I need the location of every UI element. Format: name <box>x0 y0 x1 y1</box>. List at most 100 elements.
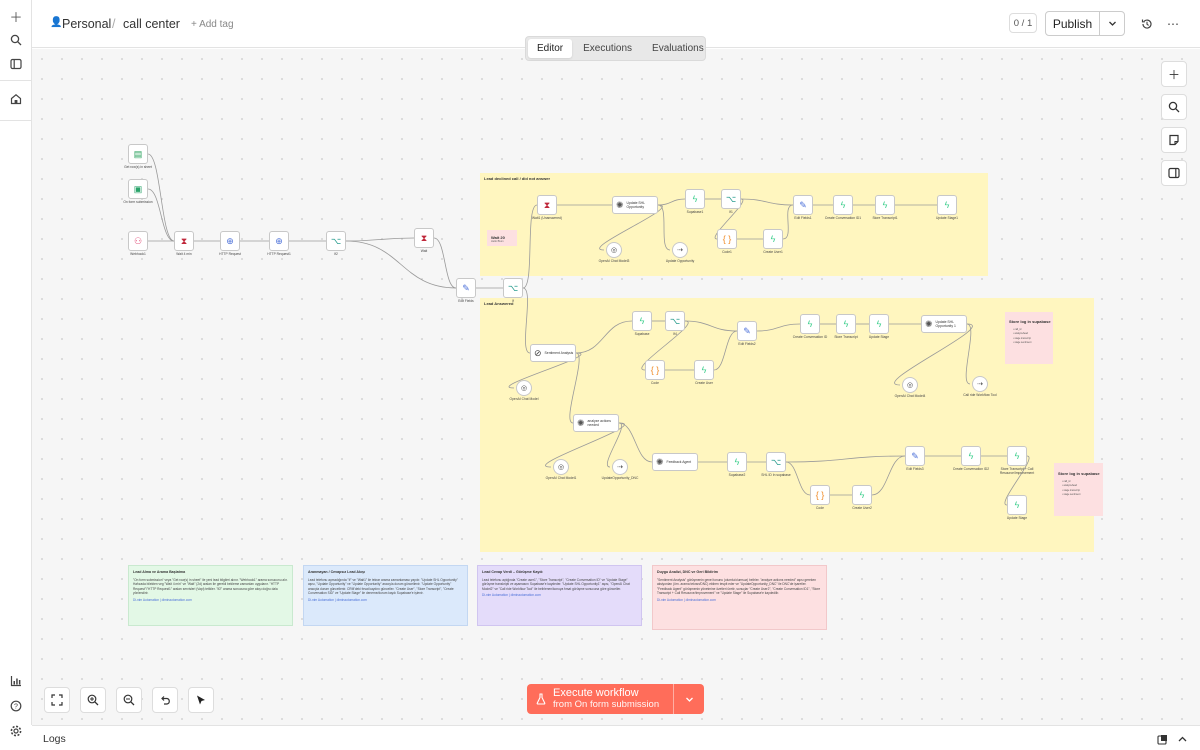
workflow-node[interactable]: { } <box>717 229 737 249</box>
note-unanswered-flow[interactable]: Aranmayan / Cevapsız Lead Akışı Lead tel… <box>303 565 468 626</box>
chevron-down-icon[interactable] <box>1100 12 1124 35</box>
note-answered-flow[interactable]: Lead Cevap Verdi – Görüşme Kaydı Lead te… <box>477 565 642 626</box>
home-icon[interactable] <box>6 89 26 109</box>
workflow-node[interactable]: ✎ <box>737 321 757 341</box>
add-tag-button[interactable]: + Add tag <box>191 19 234 30</box>
note-lead-intake[interactable]: Lead Alma ve Arama Başlatma "On form sub… <box>128 565 293 626</box>
workflow-node[interactable]: ϟ <box>1007 495 1027 515</box>
workflow-node[interactable]: ϟ <box>800 314 820 334</box>
workflow-node[interactable]: ϟ <box>869 314 889 334</box>
workflow-node[interactable]: ⇢ <box>972 376 988 392</box>
workflow-node[interactable]: ⌥ <box>326 231 346 251</box>
popout-icon[interactable] <box>1157 732 1169 745</box>
note-link[interactable]: Di-nim Automation | diminautomation.com <box>482 593 637 598</box>
workflow-node[interactable]: ϟ <box>632 311 652 331</box>
add-sticky-button[interactable] <box>1161 127 1187 153</box>
node-icon: ✎ <box>911 450 919 461</box>
workflow-node[interactable]: ▣ <box>128 179 148 199</box>
note-link[interactable]: Di-nim Automation | diminautomation.com <box>657 598 822 603</box>
workflow-node[interactable]: ⌥ <box>665 311 685 331</box>
workflow-node[interactable]: ✎ <box>793 195 813 215</box>
workflow-node[interactable]: ✺ Feedback Agent <box>652 453 698 471</box>
node-label: SHL ID In supabase <box>761 473 791 477</box>
workflow-node[interactable]: ⧗ <box>537 195 557 215</box>
node-icon: ▣ <box>133 183 143 194</box>
fit-view-button[interactable] <box>44 687 70 713</box>
workflow-node[interactable]: { } <box>810 485 830 505</box>
workflow-node[interactable]: ✎ <box>905 446 925 466</box>
node-label: OpenAI Chat Model3 <box>598 259 630 263</box>
workflow-node[interactable]: ▤ <box>128 144 148 164</box>
workflow-node[interactable]: ϟ <box>875 195 895 215</box>
workflow-node[interactable]: ⌥ <box>503 278 523 298</box>
note-sentiment-feedback[interactable]: Duygu Analizi, DNC ve Geri Bildirim "Sen… <box>652 565 827 630</box>
workflow-node[interactable]: ϟ <box>685 189 705 209</box>
workflow-node[interactable]: ⊘ Sentiment Analysis <box>530 344 576 362</box>
logs-panel[interactable]: Logs <box>32 725 1200 750</box>
workflow-node[interactable]: ⌥ <box>766 452 786 472</box>
workflow-node[interactable]: ⇢ <box>672 242 688 258</box>
workflow-node[interactable]: ϟ <box>727 452 747 472</box>
workflow-node[interactable]: ✺ Update SHL Opportunity 1 <box>921 315 967 333</box>
workflow-name[interactable]: call center <box>123 17 180 31</box>
workflow-node[interactable]: ✺ Update SHL Opportunity <box>612 196 658 214</box>
tidy-up-button[interactable] <box>188 687 214 713</box>
workflow-node[interactable]: ◎ <box>902 377 918 393</box>
sticky-wait20[interactable]: Wait 20 Hello Blum <box>487 230 517 246</box>
sticky-store-log-2[interactable]: Store log in supabase • call_id • analyze… <box>1054 463 1103 516</box>
undo-icon <box>161 696 170 705</box>
node-icon: ϟ <box>876 319 882 329</box>
plus-icon[interactable]: ＋ <box>6 6 26 26</box>
insights-icon[interactable] <box>6 671 26 691</box>
node-icon: ϟ <box>882 200 888 210</box>
workflow-node[interactable]: ⊕ <box>269 231 289 251</box>
workflow-node[interactable]: ϟ <box>961 446 981 466</box>
workflow-node[interactable]: { } <box>645 360 665 380</box>
workflow-node[interactable]: ϟ <box>836 314 856 334</box>
chevron-down-icon[interactable] <box>674 684 704 714</box>
sticky-store-log-1[interactable]: Store log in supabase • call_id • analyze… <box>1005 312 1053 364</box>
workflow-node[interactable]: ✺ analyze actions needed <box>573 414 619 432</box>
chevron-up-icon[interactable] <box>1177 732 1189 744</box>
version-counter[interactable]: 0 / 1 <box>1009 13 1037 33</box>
add-node-button[interactable]: ＋ <box>1161 61 1187 87</box>
history-icon[interactable] <box>1139 16 1155 32</box>
workflow-node[interactable]: ϟ <box>937 195 957 215</box>
workflow-node[interactable]: ⧗ <box>414 228 434 248</box>
more-icon[interactable]: ⋯ <box>1165 16 1181 32</box>
workflow-node[interactable]: ◎ <box>606 242 622 258</box>
workflow-node[interactable]: ϟ <box>1007 446 1027 466</box>
workflow-node[interactable]: ⊕ <box>220 231 240 251</box>
tab-executions[interactable]: Executions <box>574 39 641 58</box>
workflow-node[interactable]: ◎ <box>553 459 569 475</box>
workflow-node[interactable]: ◎ <box>516 380 532 396</box>
publish-button[interactable]: Publish <box>1046 12 1100 35</box>
tab-editor[interactable]: Editor <box>528 39 573 58</box>
execute-workflow-button[interactable]: Execute workflow from On form submission <box>527 684 674 714</box>
toggle-panel-button[interactable] <box>1161 160 1187 186</box>
workflow-node[interactable]: ϟ <box>833 195 853 215</box>
node-icon: ϟ <box>639 316 645 326</box>
workflow-node[interactable]: ⧗ <box>174 231 194 251</box>
breadcrumb-project[interactable]: Personal <box>62 17 111 31</box>
workflow-node[interactable]: ϟ <box>852 485 872 505</box>
workflow-node[interactable]: ϟ <box>694 360 714 380</box>
undo-button[interactable] <box>152 687 178 713</box>
node-label: Edit Fields2 <box>738 342 756 346</box>
search-icon[interactable] <box>6 30 26 50</box>
node-icon: ϟ <box>840 200 846 210</box>
sidebar-toggle-icon[interactable] <box>6 54 26 74</box>
workflow-node[interactable]: ✎ <box>456 278 476 298</box>
zoom-out-button[interactable] <box>116 687 142 713</box>
note-link[interactable]: Di-nim Automation | diminautomation.com <box>308 598 463 603</box>
tab-evaluations[interactable]: Evaluations <box>643 39 713 58</box>
workflow-node[interactable]: ϟ <box>763 229 783 249</box>
note-link[interactable]: Di-nim Automation | diminautomation.com <box>133 598 288 603</box>
workflow-node[interactable]: ⇢ <box>612 459 628 475</box>
zoom-in-button[interactable] <box>80 687 106 713</box>
workflow-node[interactable]: ⌥ <box>721 189 741 209</box>
workflow-node[interactable]: ⚇ <box>128 231 148 251</box>
settings-icon[interactable] <box>6 721 26 741</box>
help-icon[interactable]: ? <box>6 696 26 716</box>
search-nodes-button[interactable] <box>1161 94 1187 120</box>
